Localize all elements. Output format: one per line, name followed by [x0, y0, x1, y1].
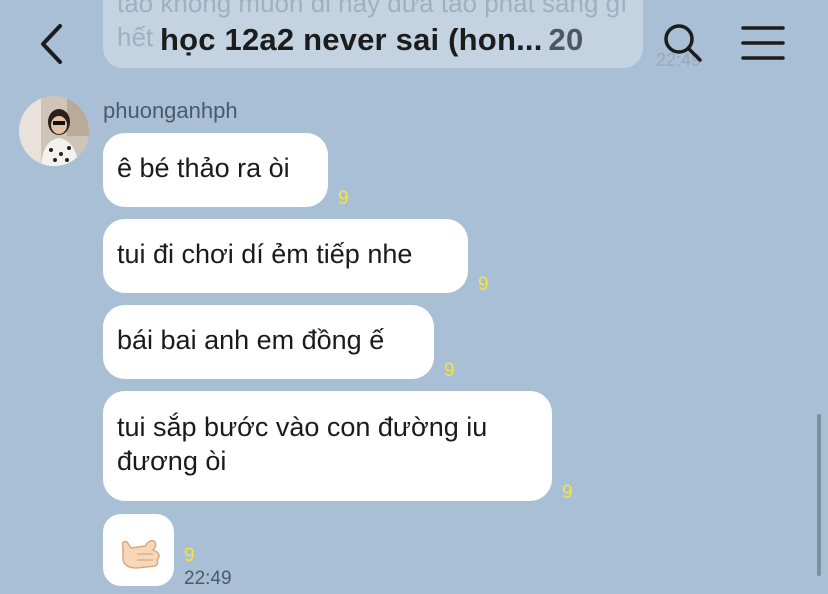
member-count: 20 — [548, 22, 584, 57]
message-bubble[interactable]: tui đi chơi dí ẻm tiếp nhe — [103, 219, 468, 293]
chat-title[interactable]: học 12a2 never sai (hon... 20 — [160, 22, 583, 58]
message-bubble[interactable]: ê bé thảo ra òi — [103, 133, 328, 207]
message-bubble[interactable]: tui sắp bước vào con đường iu đương òi — [103, 391, 552, 501]
read-count: 9 — [444, 360, 455, 381]
read-count: 9 — [478, 274, 489, 295]
read-count: 9 — [562, 482, 573, 503]
chat-header: học 12a2 never sai (hon... 20 — [0, 0, 828, 90]
avatar[interactable] — [19, 96, 89, 166]
message-time: 22:49 — [184, 568, 232, 589]
read-count: 9 — [184, 545, 195, 566]
message-text: ê bé thảo ra òi — [117, 153, 290, 183]
sticker-message[interactable] — [103, 514, 174, 586]
scrollbar[interactable] — [817, 414, 821, 576]
chat-name: học 12a2 never sai (hon... — [160, 22, 543, 57]
message-bubble[interactable]: bái bai anh em đồng ế — [103, 305, 434, 379]
message-text: bái bai anh em đồng ế — [117, 325, 385, 355]
message-text: tui sắp bước vào con đường iu đương òi — [117, 412, 488, 476]
sender-name: phuonganhph — [103, 98, 238, 123]
search-icon[interactable] — [662, 22, 704, 64]
hamburger-menu-icon[interactable] — [740, 24, 786, 62]
chevron-left-icon[interactable] — [34, 22, 74, 66]
message-text: tui đi chơi dí ẻm tiếp nhe — [117, 239, 413, 269]
read-count: 9 — [338, 188, 349, 209]
call-me-hand-icon — [121, 539, 160, 569]
